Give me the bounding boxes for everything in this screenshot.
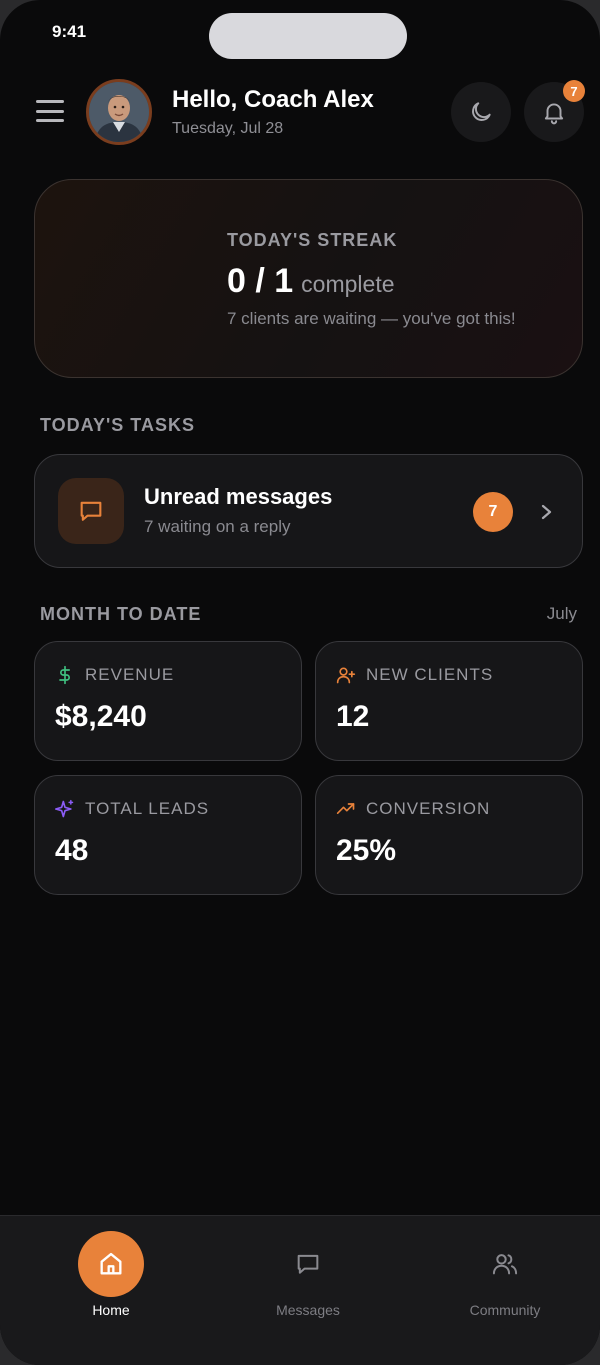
- nav-item-community[interactable]: Community: [405, 1216, 600, 1336]
- month-to-date-title: MONTH TO DATE: [40, 604, 202, 624]
- task-title: Unread messages: [144, 484, 333, 509]
- stat-value: 12: [336, 700, 370, 733]
- task-subtitle: 7 waiting on a reply: [144, 517, 291, 536]
- dynamic-island: [209, 13, 407, 59]
- stat-card-conversion[interactable]: CONVERSION 25%: [315, 775, 583, 895]
- user-plus-icon: [336, 667, 356, 684]
- menu-button[interactable]: [36, 100, 64, 122]
- stat-label: NEW CLIENTS: [366, 665, 494, 684]
- nav-label: Community: [469, 1302, 541, 1318]
- task-unread-messages[interactable]: Unread messages 7 waiting on a reply 7: [34, 454, 583, 568]
- chevron-right-icon: [541, 504, 552, 520]
- task-count-badge: 7: [473, 492, 513, 532]
- task-icon-box: [58, 478, 124, 544]
- month-label: July: [546, 604, 577, 623]
- current-date: Tuesday, Jul 28: [172, 120, 284, 137]
- avatar[interactable]: [86, 79, 152, 145]
- nav-label: Messages: [276, 1302, 340, 1318]
- greeting-title: Hello, Coach Alex: [172, 86, 374, 113]
- stat-card-new-clients[interactable]: NEW CLIENTS 12: [315, 641, 583, 761]
- message-icon: [297, 1254, 319, 1274]
- status-time: 9:41: [52, 22, 87, 41]
- streak-suffix: complete: [301, 271, 395, 297]
- sparkle-icon: [55, 799, 74, 818]
- stat-label: CONVERSION: [366, 799, 491, 818]
- message-icon: [80, 501, 102, 521]
- nav-item-messages[interactable]: Messages: [208, 1216, 408, 1336]
- trending-up-icon: [336, 803, 355, 814]
- phone-screen: 9:41 Hello, Coach Alex Tuesday, Jul 28 7: [0, 0, 600, 1365]
- menu-icon-line: [36, 100, 64, 103]
- stat-value: 25%: [336, 834, 397, 867]
- nav-label: Home: [92, 1302, 130, 1318]
- streak-subtitle: 7 clients are waiting — you've got this!: [227, 309, 516, 328]
- stat-header: NEW CLIENTS: [336, 665, 493, 685]
- stat-header: CONVERSION: [336, 799, 490, 819]
- home-icon: [100, 1252, 122, 1275]
- stat-value: $8,240: [55, 700, 147, 733]
- stat-card-total-leads[interactable]: TOTAL LEADS 48: [34, 775, 302, 895]
- nav-home-icon-wrap: [78, 1231, 144, 1297]
- nav-community-icon-wrap: [472, 1231, 538, 1297]
- streak-label: TODAY'S STREAK: [227, 230, 398, 250]
- bottom-navigation: Home Messages Community: [0, 1215, 600, 1365]
- nav-messages-icon-wrap: [275, 1231, 341, 1297]
- stat-header: TOTAL LEADS: [55, 799, 209, 819]
- dollar-icon: [59, 665, 70, 685]
- streak-value: 0 / 1 complete: [227, 262, 395, 301]
- bell-icon: [544, 103, 564, 125]
- theme-toggle-button[interactable]: [451, 82, 511, 142]
- streak-card: TODAY'S STREAK 0 / 1 complete 7 clients …: [34, 179, 583, 378]
- stat-label: REVENUE: [85, 665, 175, 684]
- notification-count-badge: 7: [563, 80, 585, 102]
- nav-item-home[interactable]: Home: [11, 1216, 211, 1336]
- menu-icon-line: [36, 109, 64, 113]
- stat-label: TOTAL LEADS: [85, 799, 210, 818]
- stat-header: REVENUE: [55, 665, 174, 685]
- streak-count: 0 / 1: [227, 262, 294, 300]
- moon-icon: [472, 102, 491, 121]
- tasks-section-title: TODAY'S TASKS: [40, 415, 195, 435]
- stat-card-revenue[interactable]: REVENUE $8,240: [34, 641, 302, 761]
- users-icon: [492, 1254, 518, 1275]
- menu-icon-line: [36, 119, 64, 122]
- avatar-portrait-icon: [89, 82, 149, 142]
- stat-value: 48: [55, 834, 89, 867]
